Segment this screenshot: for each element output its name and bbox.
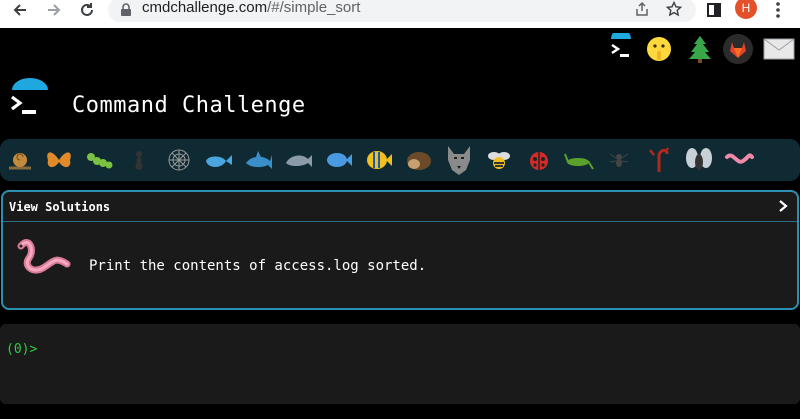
view-solutions-header[interactable]: View Solutions bbox=[3, 192, 797, 222]
bee-icon[interactable] bbox=[484, 145, 514, 175]
dolphin-icon[interactable] bbox=[284, 145, 314, 175]
view-solutions-label: View Solutions bbox=[9, 200, 111, 214]
share-icon[interactable] bbox=[634, 1, 650, 21]
tree-icon[interactable] bbox=[683, 32, 717, 66]
mail-icon[interactable] bbox=[762, 32, 796, 66]
terminal-icon[interactable] bbox=[604, 32, 638, 66]
ant-icon[interactable] bbox=[124, 145, 154, 175]
header-icons bbox=[600, 32, 800, 66]
next-section-peek bbox=[14, 410, 44, 419]
chevron-right-icon[interactable] bbox=[775, 198, 791, 214]
site-logo[interactable] bbox=[8, 78, 52, 122]
address-bar[interactable]: cmdchallenge.com/#/simple_sort bbox=[108, 0, 696, 22]
fly-icon[interactable] bbox=[684, 145, 714, 175]
terminal-input-area[interactable]: (0)> bbox=[0, 324, 800, 404]
butterfly-icon[interactable] bbox=[44, 145, 74, 175]
worm-icon[interactable] bbox=[724, 145, 754, 175]
hedgehog-icon[interactable] bbox=[404, 145, 434, 175]
terminal-prompt: (0)> bbox=[6, 342, 38, 357]
fish-icon[interactable] bbox=[324, 145, 354, 175]
ladybug-icon[interactable] bbox=[524, 145, 554, 175]
challenge-description: Print the contents of access.log sorted. bbox=[89, 258, 427, 274]
cricket-icon[interactable] bbox=[564, 145, 594, 175]
caterpillar-icon[interactable] bbox=[84, 145, 114, 175]
more-menu-icon[interactable] bbox=[770, 0, 786, 20]
wolf-icon[interactable] bbox=[444, 145, 474, 175]
sidebar-toggle-icon[interactable] bbox=[704, 0, 724, 20]
spider-icon[interactable] bbox=[604, 145, 634, 175]
page-title: Command Challenge bbox=[72, 93, 306, 118]
shark-icon[interactable] bbox=[244, 145, 274, 175]
browser-toolbar: cmdchallenge.com/#/simple_sort H bbox=[0, 0, 800, 28]
lock-icon[interactable] bbox=[120, 2, 132, 21]
whale-icon[interactable] bbox=[204, 145, 234, 175]
terminal-cursor[interactable] bbox=[38, 342, 46, 357]
reload-icon[interactable] bbox=[77, 0, 97, 20]
hush-face-icon[interactable] bbox=[642, 32, 676, 66]
spider-web-icon[interactable] bbox=[164, 145, 194, 175]
forward-icon[interactable] bbox=[44, 0, 64, 20]
bookmark-star-icon[interactable] bbox=[665, 0, 683, 21]
worm-icon bbox=[15, 236, 73, 276]
back-icon[interactable] bbox=[10, 0, 30, 20]
level-bar bbox=[0, 139, 800, 181]
tropical-fish-icon[interactable] bbox=[364, 145, 394, 175]
scorpion-icon[interactable] bbox=[644, 145, 674, 175]
profile-avatar[interactable]: H bbox=[735, 0, 757, 19]
gitlab-icon[interactable] bbox=[721, 32, 755, 66]
snail-icon[interactable] bbox=[6, 145, 36, 175]
challenge-panel: View Solutions Print the contents of acc… bbox=[1, 190, 799, 310]
url-text: cmdchallenge.com/#/simple_sort bbox=[142, 0, 361, 16]
